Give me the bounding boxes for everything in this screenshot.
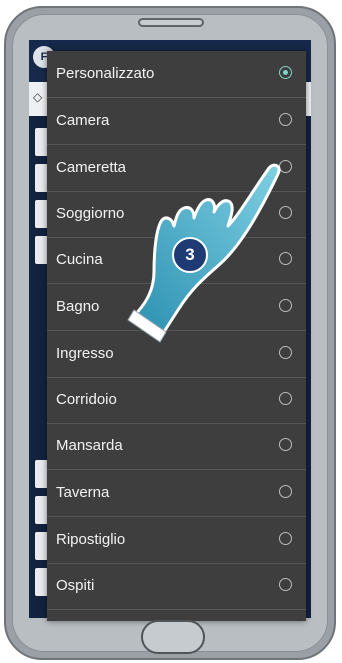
option-label: Camera: [56, 112, 110, 129]
option-label: Soggiorno: [56, 205, 125, 222]
option-label: Bagno: [56, 298, 100, 315]
option-ospiti[interactable]: Ospiti: [47, 563, 306, 609]
radio-unchecked-icon[interactable]: [279, 532, 292, 545]
back-icon[interactable]: ◇: [33, 90, 42, 104]
option-label: Cucina: [56, 251, 103, 268]
radio-unchecked-icon[interactable]: [279, 346, 292, 359]
option-taverna[interactable]: Taverna: [47, 470, 306, 516]
option-label: Mansarda: [56, 437, 123, 454]
radio-unchecked-icon[interactable]: [279, 392, 292, 405]
option-label: Taverna: [56, 484, 110, 501]
option-label: Ingresso: [56, 345, 114, 362]
radio-unchecked-icon[interactable]: [279, 113, 292, 126]
option-label: Corridoio: [56, 391, 117, 408]
option-camera[interactable]: Camera: [47, 98, 306, 144]
option-label: Ripostiglio: [56, 531, 126, 548]
home-button[interactable]: [141, 620, 205, 654]
radio-unchecked-icon[interactable]: [279, 438, 292, 451]
phone-speaker: [138, 18, 204, 27]
option-label: Personalizzato: [56, 65, 155, 82]
radio-unchecked-icon[interactable]: [279, 578, 292, 591]
option-ripostiglio[interactable]: Ripostiglio: [47, 517, 306, 563]
step-badge: 3: [172, 237, 208, 273]
option-personalizzato[interactable]: Personalizzato: [47, 51, 306, 97]
option-mansarda[interactable]: Mansarda: [47, 423, 306, 469]
radio-unchecked-icon[interactable]: [279, 485, 292, 498]
divider: [47, 609, 306, 610]
option-corridoio[interactable]: Corridoio: [47, 377, 306, 423]
option-label: Ospiti: [56, 577, 95, 594]
option-label: Cameretta: [56, 159, 127, 176]
radio-checked-icon[interactable]: [279, 66, 292, 79]
